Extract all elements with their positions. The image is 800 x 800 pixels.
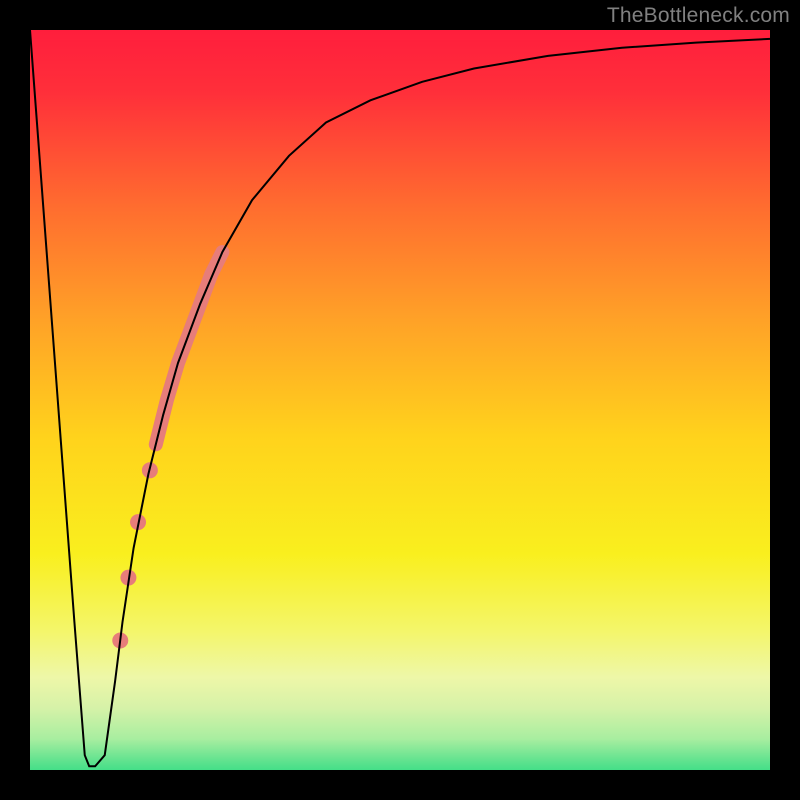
gradient-background xyxy=(15,15,785,785)
chart-container: TheBottleneck.com xyxy=(0,0,800,800)
bottleneck-chart xyxy=(0,0,800,800)
watermark-text: TheBottleneck.com xyxy=(607,4,790,28)
